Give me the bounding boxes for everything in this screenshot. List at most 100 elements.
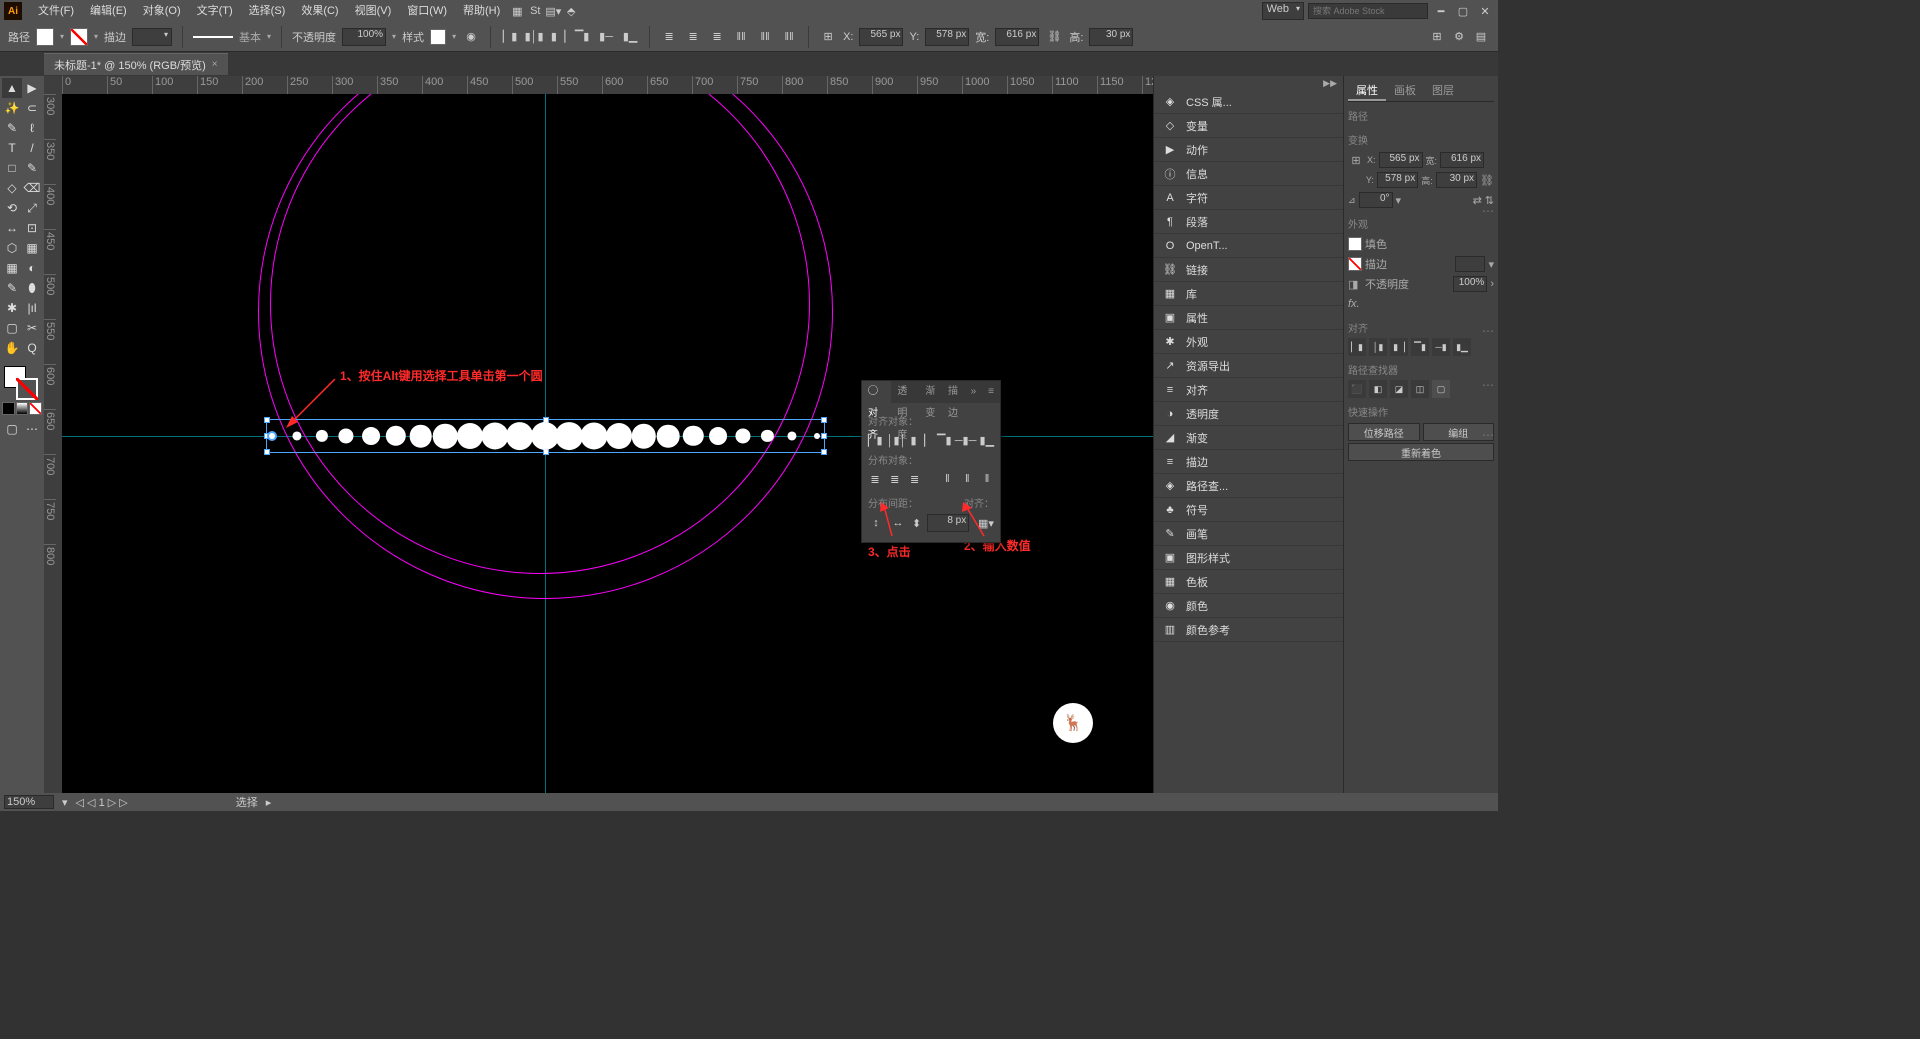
dock-item-6[interactable]: OOpenT...	[1154, 234, 1343, 258]
arrange-icon[interactable]: ▤▾	[544, 2, 562, 20]
dist-vcenter-btn[interactable]: ≣	[888, 471, 902, 487]
align-more-icon[interactable]: ⋯	[1482, 378, 1494, 392]
dist-top-btn[interactable]: ≣	[868, 471, 882, 487]
dock-item-0[interactable]: ◈CSS 属...	[1154, 90, 1343, 114]
link-wh-icon[interactable]: ⛓	[1045, 28, 1063, 46]
align-right-icon[interactable]: ▮▕	[549, 28, 567, 46]
props-tab-artboards[interactable]: 画板	[1386, 80, 1424, 101]
pf-intersect[interactable]: ◪	[1390, 380, 1408, 398]
props-y-input[interactable]: 578 px	[1377, 172, 1418, 188]
props-tab-layers[interactable]: 图层	[1424, 80, 1462, 101]
props-stroke-swatch[interactable]	[1348, 257, 1362, 271]
dock-item-21[interactable]: ◉颜色	[1154, 594, 1343, 618]
document-tab[interactable]: 未标题-1* @ 150% (RGB/预览) ×	[44, 53, 228, 75]
dock-item-16[interactable]: ◈路径查...	[1154, 474, 1343, 498]
opacity-input[interactable]: 100%	[342, 28, 386, 46]
menu-edit[interactable]: 编辑(E)	[82, 0, 135, 22]
distribute-vcenter-icon[interactable]: ≣	[684, 28, 702, 46]
blend-circle-7[interactable]	[433, 424, 458, 449]
blend-circle-6[interactable]	[409, 425, 432, 448]
direct-selection-tool[interactable]: ▶	[22, 78, 42, 98]
edit-toolbar-icon[interactable]: ⋯	[22, 419, 42, 439]
dock-item-19[interactable]: ▣图形样式	[1154, 546, 1343, 570]
search-input[interactable]: 搜索 Adobe Stock	[1308, 3, 1428, 19]
ruler-origin[interactable]	[44, 76, 62, 94]
dock-collapse-icon[interactable]: ▶▶	[1323, 78, 1337, 89]
align-hcenter-btn[interactable]: │▮│	[889, 432, 905, 448]
transform-ref-icon[interactable]: ⊞	[819, 28, 837, 46]
color-wells[interactable]	[2, 364, 38, 400]
offset-path-button[interactable]: 位移路径	[1348, 423, 1420, 441]
align-vcenter-icon[interactable]: ▮─	[597, 28, 615, 46]
distribute-top-icon[interactable]: ≣	[660, 28, 678, 46]
x-input[interactable]: 565 px	[859, 28, 903, 46]
pf-unite[interactable]: ⬛	[1348, 380, 1366, 398]
magic-wand-tool[interactable]: ✨	[2, 98, 22, 118]
props-stroke-weight[interactable]	[1455, 256, 1485, 272]
stroke-swatch[interactable]	[70, 28, 88, 46]
dist-left-btn[interactable]: ‖	[940, 471, 954, 487]
blend-circle-8[interactable]	[457, 423, 483, 449]
gpu-icon[interactable]: ⬘	[562, 2, 580, 20]
p-align-left[interactable]: ▏▮	[1348, 338, 1366, 356]
blend-circle-4[interactable]	[362, 427, 380, 445]
screen-mode-icon[interactable]: ▢	[2, 419, 22, 439]
blend-circle-15[interactable]	[631, 424, 656, 449]
dock-item-15[interactable]: ≡描边	[1154, 450, 1343, 474]
menu-view[interactable]: 视图(V)	[347, 0, 400, 22]
menu-file[interactable]: 文件(F)	[30, 0, 82, 22]
mesh-tool[interactable]: ▦	[2, 258, 22, 278]
menu-window[interactable]: 窗口(W)	[399, 0, 455, 22]
transform-more-icon[interactable]: ⋯	[1482, 204, 1494, 218]
dist-hcenter-btn[interactable]: ‖	[960, 471, 974, 487]
recolor-button[interactable]: 重新着色	[1348, 443, 1494, 461]
menu-select[interactable]: 选择(S)	[241, 0, 294, 22]
dock-item-9[interactable]: ▣属性	[1154, 306, 1343, 330]
gradient-tab[interactable]: 渐变	[919, 381, 942, 403]
props-w-input[interactable]: 616 px	[1440, 152, 1484, 168]
dock-item-22[interactable]: ▥颜色参考	[1154, 618, 1343, 642]
blend-circle-14[interactable]	[606, 423, 632, 449]
menu-help[interactable]: 帮助(H)	[455, 0, 508, 22]
type-tool[interactable]: T	[2, 138, 22, 158]
align-left-icon[interactable]: ▏▮	[501, 28, 519, 46]
pf-exclude[interactable]: ◫	[1411, 380, 1429, 398]
dock-item-10[interactable]: ✱外观	[1154, 330, 1343, 354]
dock-item-1[interactable]: ◇变量	[1154, 114, 1343, 138]
hand-tool[interactable]: ✋	[2, 338, 22, 358]
dock-item-20[interactable]: ▦色板	[1154, 570, 1343, 594]
artboard-tool[interactable]: ▢	[2, 318, 22, 338]
p-align-vc[interactable]: ─▮	[1432, 338, 1450, 356]
pf-expand[interactable]: ▢	[1432, 380, 1450, 398]
transparency-tab[interactable]: 透明度	[891, 381, 919, 403]
close-icon[interactable]: ✕	[1476, 4, 1494, 18]
pf-minus[interactable]: ◧	[1369, 380, 1387, 398]
horizontal-spacing-btn[interactable]: ↔	[890, 515, 906, 531]
align-top-btn[interactable]: ▔▮	[937, 432, 952, 448]
distribute-hcenter-icon[interactable]: ‖‖	[756, 28, 774, 46]
props-opacity-input[interactable]: 100%	[1453, 276, 1487, 292]
dock-item-3[interactable]: ⓘ信息	[1154, 162, 1343, 186]
panel-menu-icon[interactable]: ≡	[982, 381, 1000, 403]
align-vcenter-btn[interactable]: ─▮─	[958, 432, 974, 448]
ruler-horizontal[interactable]: 0501001502002503003504004505005506006507…	[62, 76, 1153, 94]
pathfinder-more-icon[interactable]: ⋯	[1482, 428, 1494, 442]
dock-item-13[interactable]: ◑透明度	[1154, 402, 1343, 426]
blend-circle-11[interactable]	[531, 422, 559, 450]
align-panel[interactable]: ◯ 对齐 透明度 渐变 描边 » ≡ 对齐对象： ▏▮ │▮│ ▮▕ ▔▮ ─▮…	[861, 380, 1001, 543]
stroke-well[interactable]	[16, 378, 38, 400]
dock-item-18[interactable]: ✎画笔	[1154, 522, 1343, 546]
preferences-icon[interactable]: ⚙	[1450, 28, 1468, 46]
align-to-selector[interactable]: ▦▾	[978, 515, 994, 531]
pixel-align-icon[interactable]: ⊞	[1428, 28, 1446, 46]
dock-item-17[interactable]: ♣符号	[1154, 498, 1343, 522]
distribute-right-icon[interactable]: ‖‖	[780, 28, 798, 46]
distribute-bottom-icon[interactable]: ≣	[708, 28, 726, 46]
props-h-input[interactable]: 30 px	[1436, 172, 1477, 188]
blend-tool[interactable]: ⬮	[22, 278, 42, 298]
width-tool[interactable]: ↔	[2, 218, 22, 238]
rectangle-tool[interactable]: □	[2, 158, 22, 178]
pen-tool[interactable]: ✎	[2, 118, 22, 138]
p-align-bot[interactable]: ▮▁	[1453, 338, 1471, 356]
dock-item-12[interactable]: ≡对齐	[1154, 378, 1343, 402]
